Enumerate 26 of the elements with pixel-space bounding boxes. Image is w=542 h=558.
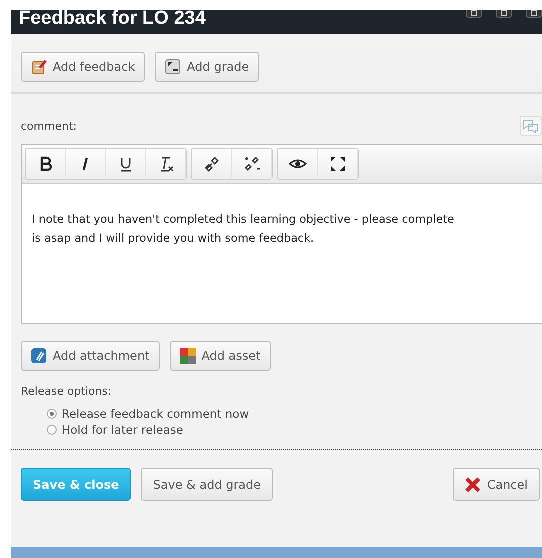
colored-squares-icon bbox=[180, 348, 196, 364]
window-control-icon[interactable] bbox=[526, 10, 542, 18]
radio-button[interactable] bbox=[47, 425, 57, 435]
comment-text: I note that you haven't completed this learning objective - please complete is asap and I will provide you with some feedback. bbox=[31, 212, 456, 247]
toolbar-button[interactable]: Add grade bbox=[155, 52, 260, 82]
section-label: Release options: bbox=[21, 385, 112, 398]
maximize-icon[interactable] bbox=[328, 155, 346, 173]
window-control-icon[interactable] bbox=[496, 10, 512, 18]
rich-text-editor[interactable]: I note that you haven't completed this learning objective - please complete is asap and I will provide you with some feedback. bbox=[21, 144, 542, 324]
close-icon bbox=[465, 476, 482, 492]
paperclip-icon bbox=[31, 348, 47, 364]
radio-button[interactable] bbox=[47, 409, 57, 419]
field-label: comment: bbox=[21, 120, 77, 132]
clipboard-icon bbox=[31, 59, 47, 75]
radio-label: Release feedback comment now bbox=[62, 407, 250, 421]
grade-icon bbox=[165, 59, 182, 75]
save-add-grade-button[interactable]: Save & add grade bbox=[141, 468, 274, 501]
window-title: Feedback for LO 234 bbox=[19, 10, 206, 30]
toolbar-button[interactable]: Add feedback bbox=[21, 52, 146, 82]
radio-label: Hold for later release bbox=[62, 423, 184, 437]
cancel-button[interactable]: Cancel bbox=[453, 468, 540, 501]
unlink-icon[interactable] bbox=[242, 155, 260, 173]
window-control-icon[interactable] bbox=[466, 10, 482, 18]
attach-button[interactable]: Add asset bbox=[170, 341, 271, 371]
attach-button[interactable]: Add attachment bbox=[21, 341, 160, 371]
link-icon[interactable] bbox=[202, 155, 220, 173]
